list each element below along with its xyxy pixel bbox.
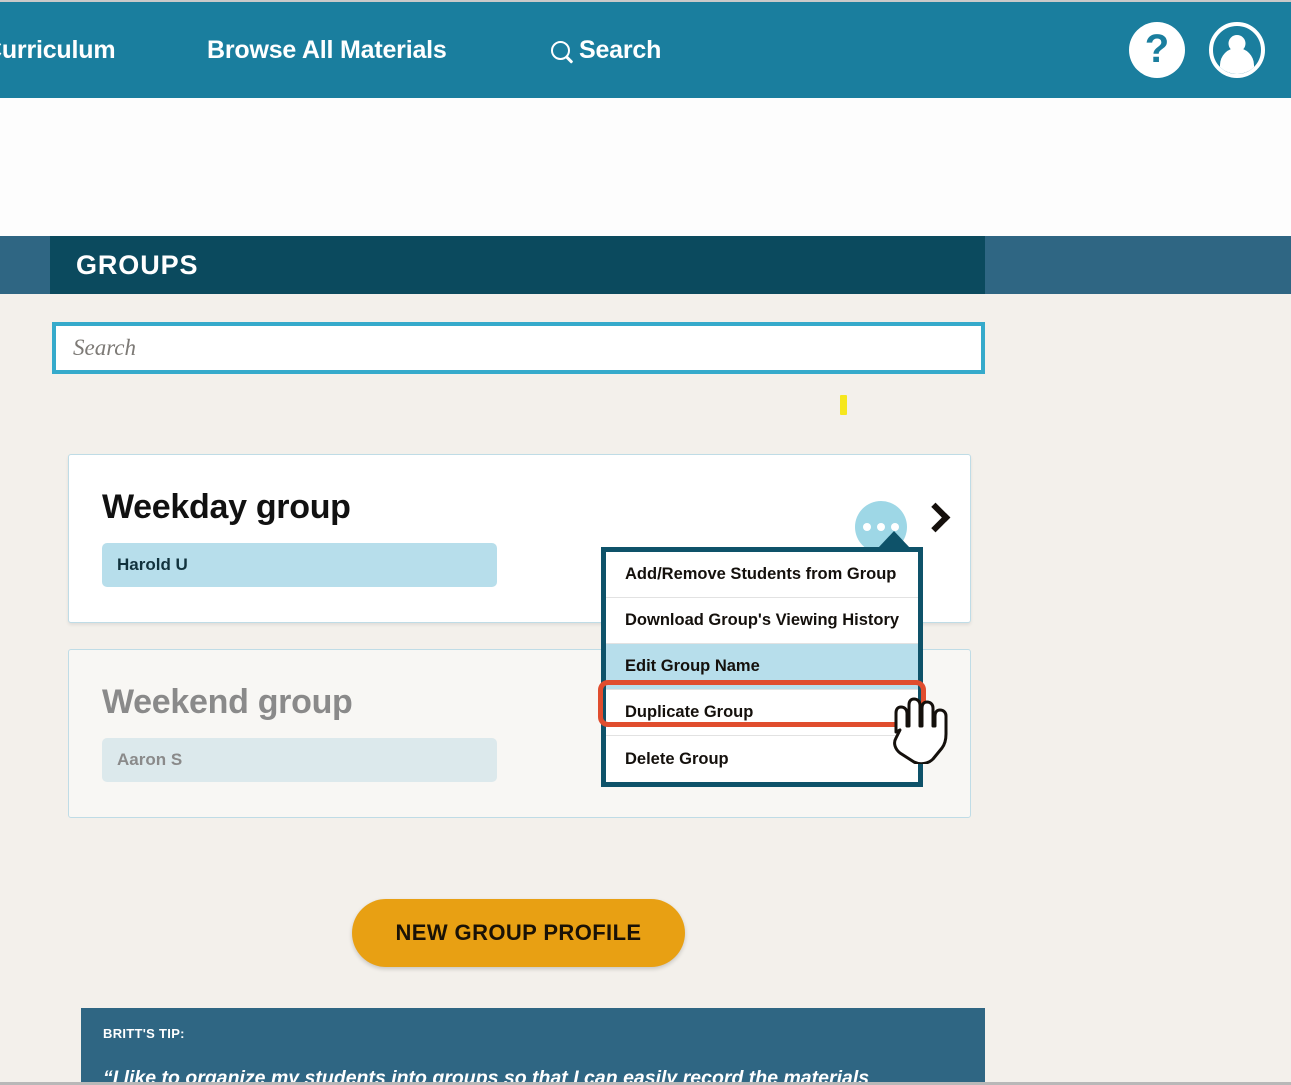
page-whitespace <box>0 98 1291 236</box>
new-group-profile-label: NEW GROUP PROFILE <box>396 920 642 946</box>
new-group-profile-button[interactable]: NEW GROUP PROFILE <box>352 899 685 967</box>
nav-item-search[interactable]: Search <box>551 36 661 65</box>
context-menu: Add/Remove Students from Group Download … <box>601 547 923 787</box>
menu-item-add-remove-students[interactable]: Add/Remove Students from Group <box>606 552 918 598</box>
nav-search-label: Search <box>579 36 661 65</box>
help-icon[interactable]: ? <box>1129 22 1185 78</box>
search-icon <box>551 41 570 60</box>
nav-item-curriculum[interactable]: Curriculum <box>0 36 115 65</box>
account-icon[interactable] <box>1209 22 1265 78</box>
account-icon-body <box>1220 48 1254 78</box>
groups-header: GROUPS <box>50 236 985 294</box>
top-navigation-bar: Curriculum Browse All Materials Search ? <box>0 2 1291 98</box>
group-name-weekend: Weekend group <box>102 683 353 722</box>
menu-item-edit-group-name[interactable]: Edit Group Name <box>606 644 918 690</box>
help-icon-glyph: ? <box>1145 29 1169 69</box>
nav-item-browse-all-materials[interactable]: Browse All Materials <box>207 36 447 65</box>
menu-item-download-viewing-history[interactable]: Download Group's Viewing History <box>606 598 918 644</box>
search-input-placeholder: Search <box>73 335 136 361</box>
student-pill-aaron[interactable]: Aaron S <box>102 738 497 782</box>
menu-item-duplicate-group[interactable]: Duplicate Group <box>606 690 918 736</box>
chevron-right-icon[interactable] <box>921 503 951 533</box>
nav-right-actions: ? <box>1129 22 1265 78</box>
britts-tip-label: BRITT'S TIP: <box>103 1026 963 1041</box>
ellipsis-dot-2 <box>877 523 885 531</box>
right-page-filler <box>985 294 1291 1085</box>
menu-item-delete-group[interactable]: Delete Group <box>606 736 918 782</box>
britts-tip-panel: BRITT'S TIP: “I like to organize my stud… <box>81 1008 985 1085</box>
ellipsis-dot-3 <box>891 523 899 531</box>
text-caret-marker <box>840 395 847 415</box>
student-pill-harold[interactable]: Harold U <box>102 543 497 587</box>
ellipsis-dot-1 <box>863 523 871 531</box>
search-input[interactable]: Search <box>52 322 985 374</box>
page-title: GROUPS <box>76 250 198 281</box>
group-name-weekday: Weekday group <box>102 488 351 527</box>
context-menu-caret <box>878 531 910 548</box>
